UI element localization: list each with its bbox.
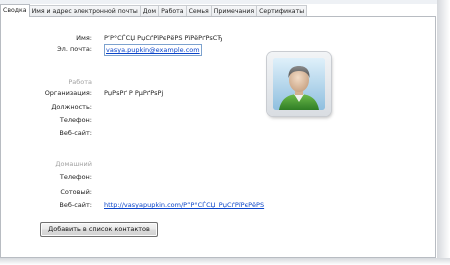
mobile-label: Сотовый: — [60, 188, 92, 196]
summary-panel: Имя: Р’Р°СЃСЏ РџСѓРїРєРёРЅ РїРёРґРѕСЂ Эл… — [0, 16, 436, 258]
home-website-link[interactable]: http://vasyapupkin.com/Р”Р°СЃСЏ_РџСѓРїРє… — [104, 200, 264, 210]
name-value: Р’Р°СЃСЏ РџСѓРїРєРёРЅ РїРёРґРѕСЂ — [104, 34, 223, 42]
organization-label: Организация: — [44, 89, 92, 97]
work-phone-row: Телефон: — [1, 115, 437, 125]
name-label: Имя: — [76, 34, 92, 42]
position-label: Должность: — [51, 103, 92, 111]
work-website-label: Веб-сайт: — [59, 129, 92, 137]
organization-row: Организация: РџРѕРґ Р РµРґРѕРј — [1, 88, 437, 98]
position-row: Должность: — [1, 102, 437, 112]
home-phone-row: Телефон: — [1, 172, 437, 182]
contact-user-icon-graphic — [273, 58, 325, 110]
email-link[interactable]: vasya.pupkin@example.com — [104, 44, 202, 56]
mobile-row: Сотовый: — [1, 187, 437, 197]
add-to-contacts-button[interactable]: Добавить в список контактов — [40, 222, 158, 237]
home-website-row: Веб-сайт: http://vasyapupkin.com/Р”Р°СЃС… — [1, 200, 437, 210]
home-section-header: Домашний — [55, 160, 92, 168]
email-row: Эл. почта: vasya.pupkin@example.com — [1, 44, 437, 56]
contact-picture[interactable] — [267, 52, 331, 116]
work-phone-label: Телефон: — [59, 116, 92, 124]
window-bottom-edge — [0, 258, 450, 265]
work-section-header: Работа — [68, 78, 92, 86]
home-phone-label: Телефон: — [59, 173, 92, 181]
contact-user-icon — [273, 58, 325, 110]
window-right-edge — [437, 0, 450, 265]
email-label: Эл. почта: — [57, 45, 92, 53]
home-website-label: Веб-сайт: — [59, 201, 92, 209]
organization-value: РџРѕРґ Р РµРґРѕРј — [104, 89, 164, 97]
tab-summary[interactable]: Сводка — [0, 4, 30, 17]
contact-properties-window: Сводка Имя и адрес электронной почты Дом… — [0, 0, 450, 265]
work-section-row: Работа — [1, 77, 437, 87]
home-section-row: Домашний — [1, 159, 437, 169]
work-website-row: Веб-сайт: — [1, 128, 437, 138]
name-row: Имя: Р’Р°СЃСЏ РџСѓРїРєРёРЅ РїРёРґРѕСЂ — [1, 33, 437, 43]
